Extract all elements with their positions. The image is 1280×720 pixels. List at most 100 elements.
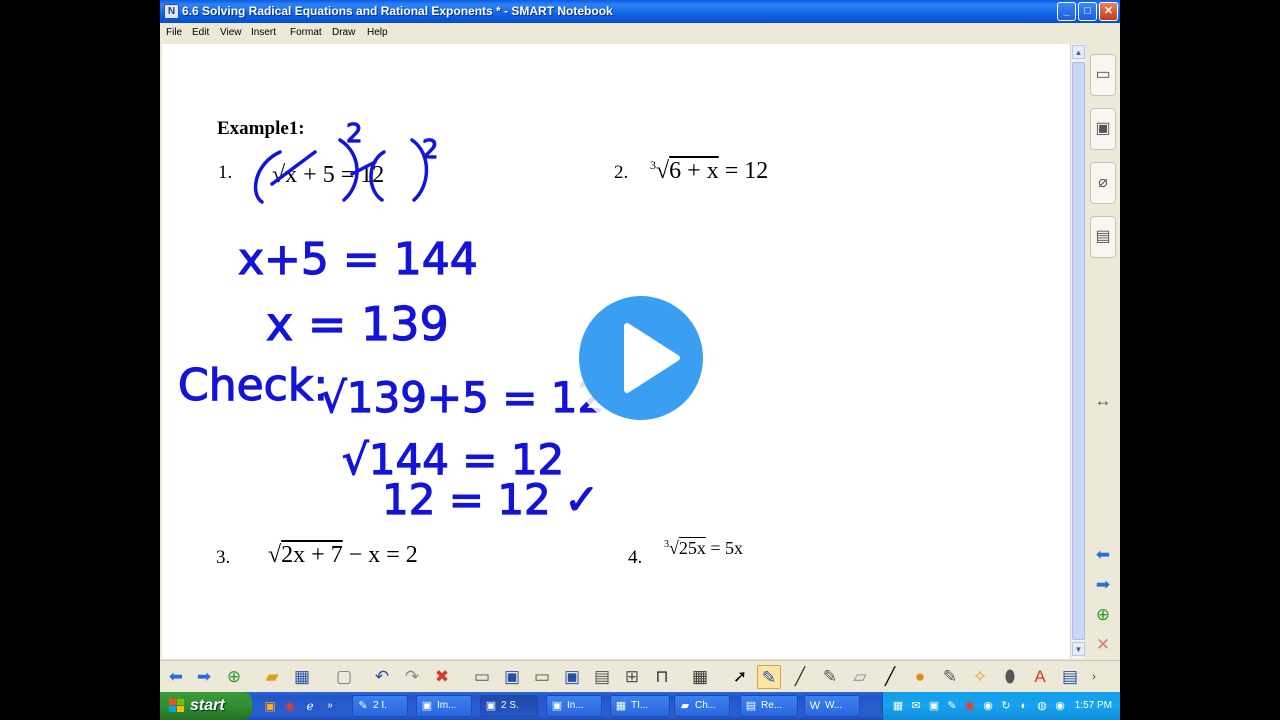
- page-sorter-icon[interactable]: ▭: [1090, 54, 1116, 96]
- undo-icon[interactable]: ↶: [370, 665, 394, 689]
- highlighter-icon[interactable]: ▱: [848, 665, 872, 689]
- select-icon[interactable]: ➚: [728, 665, 752, 689]
- close-button[interactable]: ✕: [1099, 2, 1118, 21]
- ink-line-1: x+5 = 144: [238, 234, 478, 285]
- menu-format[interactable]: Format: [290, 23, 322, 43]
- tray-pen-icon[interactable]: ✎: [945, 699, 959, 713]
- menu-help[interactable]: Help: [367, 23, 388, 43]
- folder-icon: ▰: [680, 700, 690, 712]
- gallery-icon[interactable]: ▣: [1090, 108, 1116, 150]
- full-screen-icon[interactable]: ▣: [500, 665, 524, 689]
- word-icon: W: [809, 700, 821, 712]
- taskbar-button-3[interactable]: ▣ 2 S.: [480, 695, 538, 717]
- tray-pdf-icon[interactable]: ▣: [963, 699, 977, 713]
- menu-bar: File Edit View Insert Format Draw Help: [160, 23, 1120, 43]
- vertical-scrollbar[interactable]: ▲ ▼: [1070, 44, 1085, 659]
- screen-shade-icon[interactable]: ▭: [470, 665, 494, 689]
- tray-volume-icon[interactable]: ◍: [1035, 699, 1049, 713]
- quicklaunch-chrome-icon[interactable]: ◉: [282, 698, 298, 714]
- table-insert-icon[interactable]: ▦: [688, 665, 712, 689]
- minimize-button[interactable]: _: [1057, 2, 1076, 21]
- tray-sync-icon[interactable]: ↻: [999, 699, 1013, 713]
- paste-icon[interactable]: ▢: [332, 665, 356, 689]
- eraser-icon[interactable]: ⬮: [998, 665, 1022, 689]
- ink-paren-right-1: [338, 138, 359, 202]
- maximize-button[interactable]: □: [1078, 2, 1097, 21]
- start-label: start: [190, 697, 225, 714]
- ink-paren-left-1: [253, 150, 282, 204]
- delete-page-icon[interactable]: ✕: [1092, 634, 1114, 656]
- title-bar: N 6.6 Solving Radical Equations and Rati…: [160, 0, 1120, 23]
- quicklaunch-more-icon[interactable]: »: [322, 698, 338, 714]
- delete-icon[interactable]: ✖: [430, 665, 454, 689]
- ink-exponent-1: 2: [346, 119, 363, 149]
- text-icon[interactable]: A: [1028, 665, 1052, 689]
- ink-paren-left-2: [369, 150, 386, 202]
- redo-icon[interactable]: ↷: [400, 665, 424, 689]
- measurement-icon[interactable]: ⊞: [620, 665, 644, 689]
- add-page-icon[interactable]: ⊕: [1092, 604, 1114, 626]
- previous-page-icon[interactable]: ⬅: [1092, 544, 1114, 566]
- menu-insert[interactable]: Insert: [251, 23, 276, 43]
- ink-check-line-1: √139+5 = 12: [320, 373, 604, 422]
- task-icon: ▤: [745, 700, 757, 712]
- magic-wand-icon[interactable]: ✧: [968, 665, 992, 689]
- scroll-down-icon[interactable]: ▼: [1072, 642, 1085, 656]
- pen-icon[interactable]: ✎: [757, 665, 781, 689]
- windows-logo-icon: [169, 699, 184, 712]
- properties-icon[interactable]: ▤: [1090, 216, 1116, 258]
- menu-view[interactable]: View: [220, 23, 242, 43]
- taskbar-button-5[interactable]: ▦ TI...: [610, 695, 670, 717]
- taskbar-button-1[interactable]: ✎ 2 I.: [352, 695, 408, 717]
- line-icon[interactable]: ╱: [878, 665, 902, 689]
- task-icon: ▣: [421, 700, 433, 712]
- smart-notebook-icon[interactable]: N: [164, 4, 179, 19]
- menu-edit[interactable]: Edit: [192, 23, 209, 43]
- next-page-icon[interactable]: ➡: [1092, 574, 1114, 596]
- taskbar-button-2[interactable]: ▣ Im...: [416, 695, 472, 717]
- video-play-button[interactable]: [571, 288, 711, 428]
- dual-page-icon[interactable]: ▭: [530, 665, 554, 689]
- taskbar-button-7[interactable]: ▤ Re...: [740, 695, 798, 717]
- add-page-icon[interactable]: ⊕: [222, 665, 246, 689]
- taskbar-button-6[interactable]: ▰ Ch...: [674, 695, 730, 717]
- tray-notebook-icon[interactable]: ▣: [927, 699, 941, 713]
- ink-exponent-2: 2: [422, 135, 439, 165]
- ink-line-2: x = 139: [266, 297, 449, 351]
- table-icon[interactable]: ⊓: [650, 665, 674, 689]
- back-icon[interactable]: ⬅: [164, 665, 188, 689]
- quicklaunch-notebook-icon[interactable]: ▣: [262, 698, 278, 714]
- tray-globe-icon[interactable]: ◉: [1053, 699, 1067, 713]
- fill-icon[interactable]: ✎: [938, 665, 962, 689]
- creative-pen-icon[interactable]: ╱: [788, 665, 812, 689]
- capture-icon[interactable]: ▣: [560, 665, 584, 689]
- start-button[interactable]: start: [160, 692, 252, 720]
- system-tray: ▦ ✉ ▣ ✎ ▣ ◉ ↻ ◐ ◍ ◉ 1:57 PM: [882, 692, 1120, 720]
- resize-panel-icon[interactable]: ↔: [1092, 390, 1114, 412]
- menu-draw[interactable]: Draw: [332, 23, 355, 43]
- quicklaunch-ie-icon[interactable]: ℯ: [302, 698, 318, 714]
- open-icon[interactable]: ▰: [260, 665, 284, 689]
- scroll-up-icon[interactable]: ▲: [1072, 45, 1085, 59]
- play-circle: [579, 296, 703, 420]
- magic-pen-icon[interactable]: ✎: [818, 665, 842, 689]
- forward-icon[interactable]: ➡: [192, 665, 216, 689]
- more-tools-icon[interactable]: ›: [1082, 665, 1106, 689]
- attachments-icon[interactable]: ⌀: [1090, 162, 1116, 204]
- properties-icon[interactable]: ▤: [1058, 665, 1082, 689]
- taskbar-button-4[interactable]: ▣ In...: [546, 695, 602, 717]
- taskbar-button-8[interactable]: W W...: [804, 695, 860, 717]
- shapes-icon[interactable]: ●: [908, 665, 932, 689]
- task-icon: ▦: [615, 700, 627, 712]
- scroll-thumb[interactable]: [1072, 62, 1085, 640]
- clock[interactable]: 1:57 PM: [1075, 692, 1112, 720]
- tray-network-icon[interactable]: ▦: [891, 699, 905, 713]
- tray-shield-icon[interactable]: ◉: [981, 699, 995, 713]
- task-icon: ✎: [358, 700, 368, 712]
- tray-mail-icon[interactable]: ✉: [909, 699, 923, 713]
- document-camera-icon[interactable]: ▤: [590, 665, 614, 689]
- tray-display-icon[interactable]: ◐: [1017, 699, 1031, 713]
- menu-file[interactable]: File: [166, 23, 182, 43]
- task-icon: ▣: [551, 700, 563, 712]
- save-icon[interactable]: ▦: [290, 665, 314, 689]
